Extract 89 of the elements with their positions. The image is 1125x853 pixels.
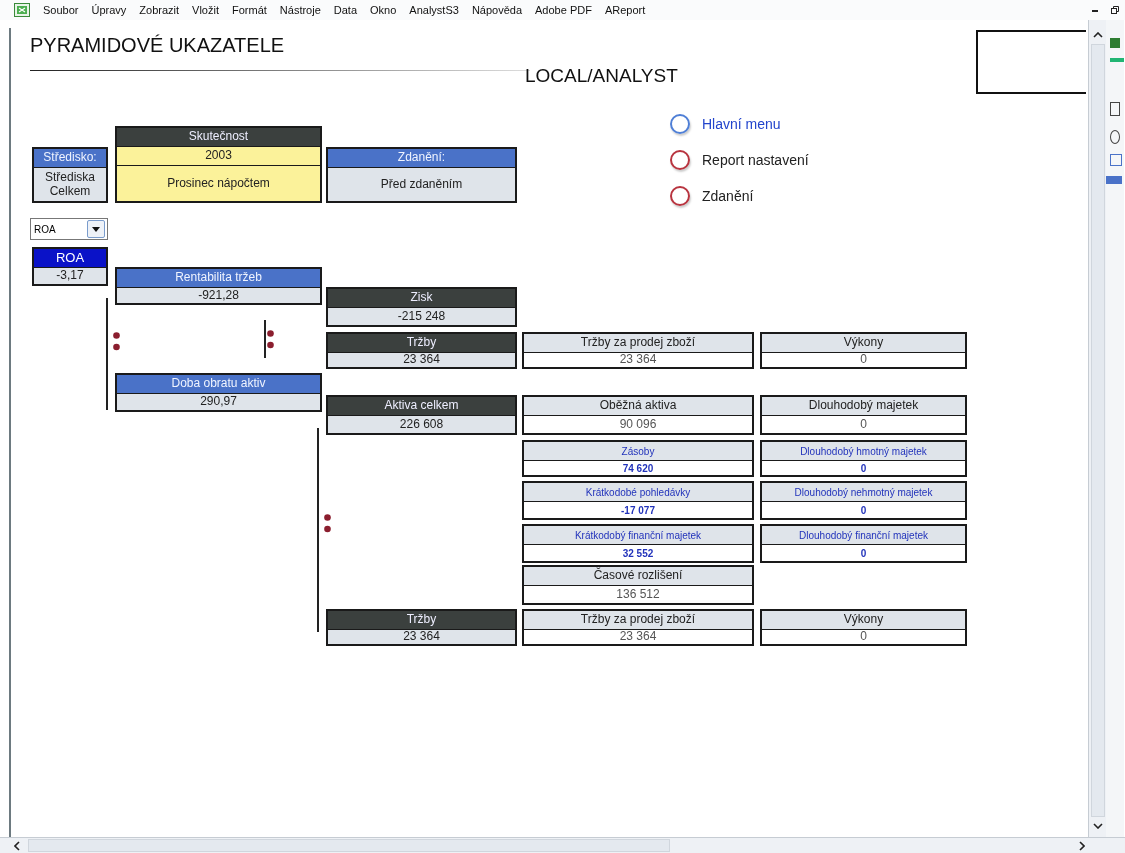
tile-header: Dlouhodobý majetek: [762, 397, 965, 415]
tile-value: -3,17: [34, 268, 106, 284]
menu-item[interactable]: AReport: [604, 4, 646, 16]
tile-value: 0: [762, 461, 965, 475]
tile-header: Zisk: [328, 289, 515, 307]
tile-header: Krátkodobé pohledávky: [524, 483, 752, 501]
tile-value: 0: [762, 545, 965, 561]
tile-header: Oběžná aktiva: [524, 397, 752, 415]
tile-header: Časové rozlišení: [524, 567, 752, 585]
menu-item[interactable]: Úpravy: [91, 4, 127, 16]
tile-value: 2003: [117, 147, 320, 165]
menu-link[interactable]: Hlavní menu: [702, 116, 781, 132]
tile-value: Prosinec nápočtem: [117, 166, 320, 201]
menu-item[interactable]: Nástroje: [279, 4, 321, 16]
tile-value: Střediska Celkem: [34, 168, 106, 201]
report-title: PYRAMIDOVÉ UKAZATELE: [30, 34, 285, 57]
dropdown-button[interactable]: [87, 220, 105, 238]
tile-header: Výkony: [762, 334, 965, 352]
vertical-scrollbar[interactable]: [1088, 20, 1106, 837]
circle-button[interactable]: [670, 186, 690, 206]
tile-value: 23 364: [328, 353, 515, 367]
toolbar-tab-icon: [1106, 176, 1122, 184]
tile-header: Zásoby: [524, 442, 752, 460]
scroll-down-icon[interactable]: [1092, 823, 1103, 829]
menu-item[interactable]: Vložit: [192, 4, 219, 16]
menu-item[interactable]: Okno: [370, 4, 397, 16]
tile-value: 0: [762, 416, 965, 433]
tile-value: 90 096: [524, 416, 752, 433]
menu-item[interactable]: Zobrazit: [139, 4, 180, 16]
tile-value: 0: [762, 502, 965, 518]
checkbox-icon[interactable]: [1110, 154, 1122, 166]
tile-value: 226 608: [328, 416, 515, 433]
dropdown-field[interactable]: ROA: [30, 218, 108, 240]
tile-header: ROA: [34, 249, 106, 267]
tile-header: Středisko:: [34, 149, 106, 167]
tile-header: Tržby za prodej zboží: [524, 334, 752, 352]
tile-header: Dlouhodobý finanční majetek: [762, 526, 965, 544]
tile-header: Dlouhodobý nehmotný majetek: [762, 483, 965, 501]
menu-item[interactable]: Formát: [232, 4, 267, 16]
tile-header: Dlouhodobý hmotný majetek: [762, 442, 965, 460]
connector-line: [264, 320, 266, 358]
dots-icon: [324, 514, 331, 533]
spreadsheet-icon[interactable]: [14, 3, 30, 17]
tile-value: 74 620: [524, 461, 752, 475]
tile-value: 32 552: [524, 545, 752, 561]
tile-value: -17 077: [524, 502, 752, 518]
tile-header: Tržby: [328, 334, 515, 352]
minimize-icon[interactable]: [1092, 8, 1098, 12]
tile-value: -215 248: [328, 308, 515, 325]
menu-item[interactable]: Data: [333, 4, 358, 16]
tile-value: 290,97: [117, 394, 320, 410]
report-subtitle: LOCAL/ANALYST: [525, 65, 678, 87]
tile-value: 136 512: [524, 586, 752, 603]
menu-link[interactable]: Report nastavení: [702, 152, 809, 168]
tile-value: 23 364: [328, 630, 515, 644]
tile-value: 23 364: [524, 353, 752, 367]
circle-button[interactable]: [670, 114, 690, 134]
tile-value: 23 364: [524, 630, 752, 644]
tile-header: Rentabilita tržeb: [117, 269, 320, 287]
tile-header: Aktiva celkem: [328, 397, 515, 415]
scroll-thumb[interactable]: [28, 839, 670, 852]
menu-link[interactable]: Zdanění: [702, 188, 754, 204]
scroll-thumb[interactable]: [1090, 44, 1105, 817]
menu-item[interactable]: Adobe PDF: [535, 4, 592, 16]
restore-icon[interactable]: [1111, 6, 1119, 14]
menu-item[interactable]: Soubor: [43, 4, 79, 16]
document-icon[interactable]: [1110, 102, 1120, 116]
tile-header: Krátkodobý finanční majetek: [524, 526, 752, 544]
dots-icon: [267, 330, 274, 349]
scroll-right-icon[interactable]: [1079, 840, 1085, 851]
scroll-left-icon[interactable]: [14, 840, 20, 851]
caret-icon: [92, 226, 100, 232]
menu-item[interactable]: AnalystS3: [409, 4, 459, 16]
tile-header: Tržby za prodej zboží: [524, 611, 752, 629]
circle-button[interactable]: [670, 150, 690, 170]
tile-header: Zdanění:: [328, 149, 515, 167]
tile-value: -921,28: [117, 288, 320, 303]
horizontal-scrollbar[interactable]: [0, 837, 1125, 853]
tile-value: 0: [762, 353, 965, 367]
tile-header: Výkony: [762, 611, 965, 629]
tile-value: 0: [762, 630, 965, 644]
menu-item[interactable]: Nápověda: [471, 4, 523, 16]
scroll-up-icon[interactable]: [1092, 32, 1103, 38]
tile-header: Doba obratu aktiv: [117, 375, 320, 393]
tile-header: Tržby: [328, 611, 515, 629]
tile-header: Skutečnost: [117, 128, 320, 146]
toolbar-strip-icon: [1110, 58, 1124, 62]
dots-icon: [113, 332, 120, 351]
tile-value: Před zdaněním: [328, 168, 515, 201]
